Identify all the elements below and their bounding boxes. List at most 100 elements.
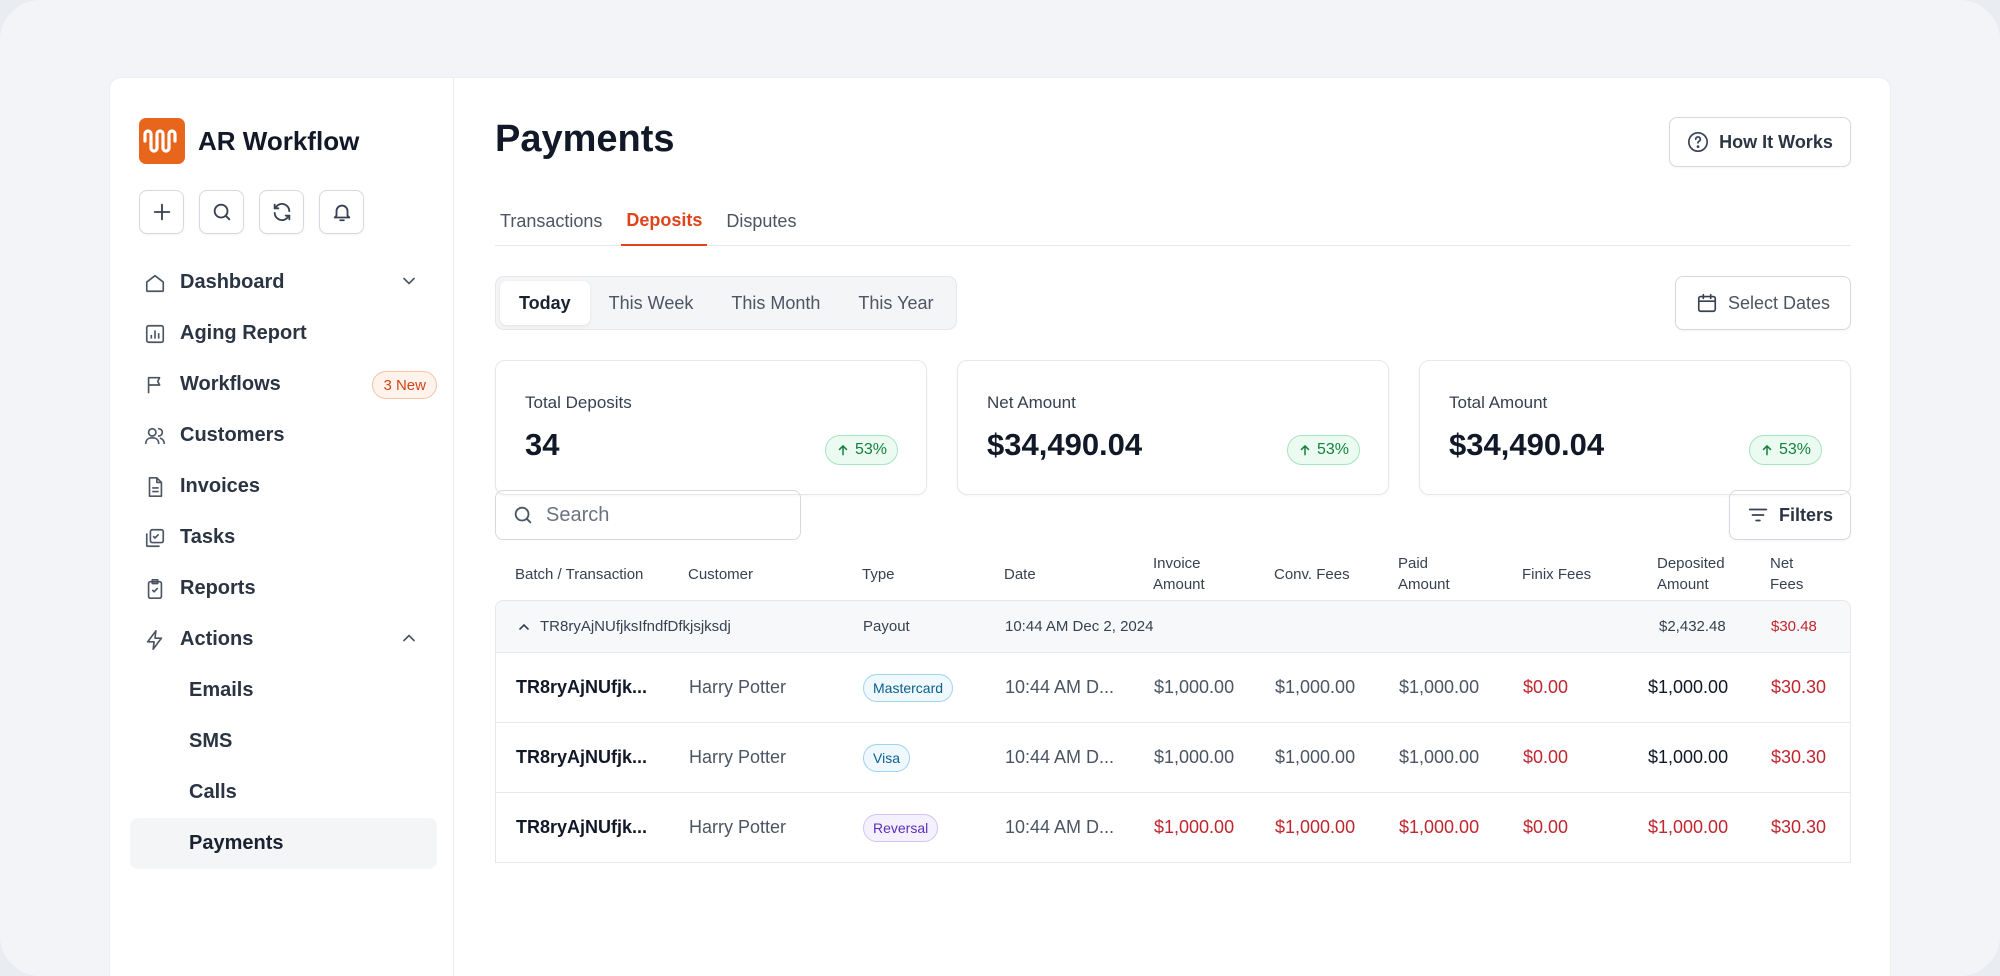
tab-deposits[interactable]: Deposits [621, 196, 708, 246]
col-net-fees[interactable]: Net Fees [1770, 548, 1820, 600]
transaction-id[interactable]: TR8ryAjNUfjk... [516, 793, 647, 862]
type-badge: Mastercard [863, 673, 954, 702]
quick-actions [139, 190, 364, 234]
table-row[interactable]: TR8ryAjNUfjk... Harry Potter Visa 10:44 … [495, 723, 1851, 793]
sidebar-item-calls[interactable]: Calls [130, 767, 437, 818]
table-row[interactable]: TR8ryAjNUfjk... Harry Potter Mastercard … [495, 653, 1851, 723]
stat-label: Net Amount [987, 393, 1076, 412]
stat-value: 34 [525, 427, 560, 462]
table-row[interactable]: TR8ryAjNUfjk... Harry Potter Reversal 10… [495, 793, 1851, 863]
sidebar-item-workflows[interactable]: Workflows 3 New [130, 359, 437, 410]
col-date[interactable]: Date [1004, 548, 1036, 600]
deposits-table: Batch / Transaction Customer Type Date I… [495, 548, 1851, 863]
stat-label: Total Deposits [525, 393, 632, 412]
sidebar-item-emails[interactable]: Emails [130, 665, 437, 716]
period-this-week[interactable]: This Week [590, 281, 713, 325]
search-input[interactable] [546, 503, 776, 527]
chevron-up-icon[interactable] [399, 628, 419, 653]
conv-fees: $1,000.00 [1275, 817, 1356, 837]
tab-disputes[interactable]: Disputes [721, 196, 801, 246]
sidebar-item-payments[interactable]: Payments [130, 818, 437, 869]
stat-card-total-deposits: Total Deposits 34 53% [495, 360, 927, 495]
lightning-icon [143, 628, 167, 652]
change-badge: 53% [1286, 435, 1360, 465]
type-cell: Visa [863, 723, 910, 792]
arrow-up-icon [1300, 444, 1310, 456]
sidebar-nav: Dashboard Aging Report Workflows 3 New C… [130, 257, 437, 869]
col-deposited-amount[interactable]: Deposited Amount [1657, 548, 1747, 600]
type-cell: Mastercard [863, 653, 954, 722]
customer-name: Harry Potter [689, 747, 787, 767]
invoice-amount: $1,000.00 [1154, 817, 1235, 837]
deposited-amount: $1,000.00 [1648, 677, 1729, 697]
col-type[interactable]: Type [862, 548, 895, 600]
tab-bar: Transactions Deposits Disputes [495, 196, 1851, 246]
sidebar-item-customers[interactable]: Customers [130, 410, 437, 461]
sidebar-item-dashboard[interactable]: Dashboard [130, 257, 437, 308]
search-button[interactable] [199, 190, 244, 234]
transaction-id[interactable]: TR8ryAjNUfjk... [516, 723, 647, 792]
app-background: AR Workflow Dashboard Aging Report Workf… [0, 0, 2000, 976]
sidebar-item-tasks[interactable]: Tasks [130, 512, 437, 563]
how-it-works-button[interactable]: How It Works [1669, 117, 1851, 167]
sidebar-item-invoices[interactable]: Invoices [130, 461, 437, 512]
sidebar-item-sms[interactable]: SMS [130, 716, 437, 767]
how-it-works-label: How It Works [1719, 131, 1833, 152]
sidebar-item-reports[interactable]: Reports [130, 563, 437, 614]
notifications-button[interactable] [319, 190, 364, 234]
select-dates-label: Select Dates [1727, 292, 1831, 313]
document-icon [143, 475, 167, 499]
stat-card-net-amount: Net Amount $34,490.04 53% [957, 360, 1389, 495]
type-badge: Reversal [863, 813, 939, 842]
net-fees: $30.30 [1771, 677, 1827, 697]
chevron-down-icon[interactable] [399, 271, 419, 296]
transaction-id[interactable]: TR8ryAjNUfjk... [516, 653, 647, 722]
clipboard-check-icon [143, 577, 167, 601]
sidebar-item-aging-report[interactable]: Aging Report [130, 308, 437, 359]
filters-button[interactable]: Filters [1729, 490, 1851, 540]
refresh-button[interactable] [259, 190, 304, 234]
period-today[interactable]: Today [500, 281, 590, 325]
bell-icon [333, 204, 350, 222]
users-icon [143, 424, 167, 448]
col-finix-fees[interactable]: Finix Fees [1522, 548, 1591, 600]
type-cell: Reversal [863, 793, 939, 862]
sidebar-item-label: Invoices [180, 475, 261, 497]
add-button[interactable] [139, 190, 184, 234]
batch-net-fees: $30.48 [1771, 618, 1817, 635]
sidebar-item-label: Workflows [180, 373, 281, 395]
new-badge: 3 New [372, 371, 437, 399]
table-header: Batch / Transaction Customer Type Date I… [495, 548, 1851, 600]
sidebar-item-actions[interactable]: Actions [130, 614, 437, 665]
tab-transactions[interactable]: Transactions [495, 196, 607, 246]
batch-group-row[interactable]: TR8ryAjNUfjksIfndfDfkjsjksdj Payout 10:4… [495, 600, 1851, 653]
app-name: AR Workflow [198, 125, 360, 156]
col-invoice-amount[interactable]: Invoice Amount [1153, 548, 1233, 600]
type-badge: Visa [863, 743, 910, 772]
col-batch[interactable]: Batch / Transaction [515, 548, 643, 600]
period-this-month[interactable]: This Month [712, 281, 839, 325]
customer-name: Harry Potter [689, 817, 787, 837]
finix-fees: $0.00 [1523, 747, 1569, 767]
batch-cell: TR8ryAjNUfjksIfndfDfkjsjksdj [516, 601, 731, 652]
search-icon [514, 506, 532, 524]
wave-logo-icon [139, 118, 185, 164]
flag-icon [143, 373, 167, 397]
refresh-icon [273, 203, 290, 221]
select-dates-button[interactable]: Select Dates [1675, 276, 1851, 330]
sidebar-item-label: Actions [180, 628, 254, 650]
col-customer[interactable]: Customer [688, 548, 753, 600]
period-this-year[interactable]: This Year [839, 281, 952, 325]
sidebar-item-label: Dashboard [180, 271, 285, 293]
col-paid-amount[interactable]: Paid Amount [1398, 548, 1468, 600]
app-logo[interactable]: AR Workflow [139, 118, 359, 164]
paid-amount: $1,000.00 [1399, 677, 1480, 697]
page-title: Payments [495, 118, 675, 160]
col-conv-fees[interactable]: Conv. Fees [1274, 548, 1350, 600]
conv-fees: $1,000.00 [1275, 747, 1356, 767]
customer-name: Harry Potter [689, 677, 787, 697]
chevron-up-icon[interactable] [516, 619, 532, 635]
net-fees: $30.30 [1771, 747, 1827, 767]
finix-fees: $0.00 [1523, 677, 1569, 697]
paid-amount: $1,000.00 [1399, 747, 1480, 767]
